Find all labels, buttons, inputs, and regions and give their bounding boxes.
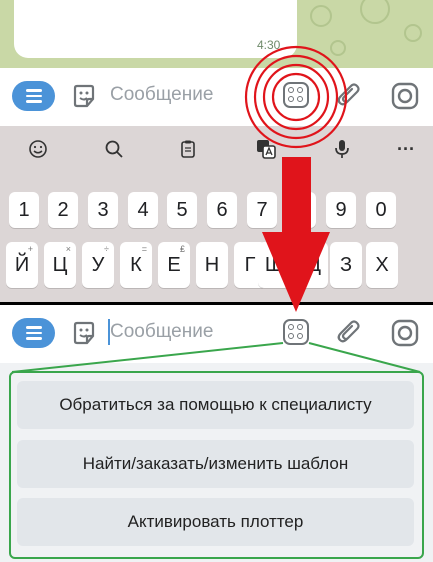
key-letter[interactable]: ÷ У: [82, 242, 114, 288]
key-7[interactable]: 7: [247, 192, 277, 228]
emoji-icon[interactable]: [24, 135, 52, 163]
message-time: 4:30: [257, 38, 281, 52]
key-letter[interactable]: Щ: [296, 242, 328, 288]
key-0[interactable]: 0: [366, 192, 396, 228]
attach-icon[interactable]: [334, 81, 364, 111]
key-label: Е: [167, 253, 181, 276]
command-button-specialist[interactable]: Обратиться за помощью к специалисту: [17, 381, 414, 429]
key-4[interactable]: 4: [128, 192, 158, 228]
key-label: Ш: [264, 253, 284, 276]
message-input-bar: Сообщение: [0, 68, 433, 126]
keyboard-toolbar: ···: [0, 126, 433, 170]
key-label: У: [91, 253, 105, 276]
sticker-icon[interactable]: [70, 82, 98, 110]
key-letter[interactable]: Н: [196, 242, 228, 288]
key-label: Ц: [52, 253, 68, 276]
key-2[interactable]: 2: [48, 192, 78, 228]
key-8[interactable]: 8: [286, 192, 316, 228]
key-label: Й: [14, 253, 30, 276]
search-icon[interactable]: [100, 135, 128, 163]
key-6[interactable]: 6: [207, 192, 237, 228]
key-label: Г: [244, 253, 256, 276]
key-label: Х: [375, 253, 389, 276]
key-label: Щ: [302, 253, 322, 276]
clipboard-icon[interactable]: [174, 135, 202, 163]
key-letter[interactable]: Ш: [258, 242, 290, 288]
key-hint: ×: [65, 244, 71, 254]
attach-icon[interactable]: [334, 318, 364, 348]
key-letter[interactable]: Х: [366, 242, 398, 288]
key-letter[interactable]: ₤ Е: [158, 242, 190, 288]
on-screen-keyboard: ··· 1 2 3 4 5 6 7 8 9 0 + Й × Ц ÷ У = К ₤ Е Н…: [0, 126, 433, 302]
key-hint: =: [141, 244, 147, 254]
menu-button[interactable]: [12, 318, 55, 348]
message-bubble: [14, 0, 297, 58]
menu-button[interactable]: [12, 81, 55, 111]
sticker-icon[interactable]: [70, 319, 98, 347]
key-label: К: [130, 253, 142, 276]
key-hint: ÷: [104, 244, 109, 254]
chat-background: 4:30: [0, 0, 433, 68]
key-5[interactable]: 5: [167, 192, 197, 228]
key-hint: ₤: [179, 244, 185, 254]
message-input-bar: Сообщение: [0, 305, 433, 363]
bot-commands-icon[interactable]: [283, 319, 309, 345]
message-input[interactable]: Сообщение: [110, 321, 213, 343]
bot-commands-icon[interactable]: [283, 82, 309, 108]
translate-icon[interactable]: [252, 135, 280, 163]
camera-icon[interactable]: [390, 318, 420, 348]
key-letter[interactable]: + Й: [6, 242, 38, 288]
key-9[interactable]: 9: [326, 192, 356, 228]
key-label: Н: [204, 253, 220, 276]
screen: 4:30 Сообщение ··· 1 2 3 4 5 6 7 8 9 0 +…: [0, 0, 433, 562]
message-input[interactable]: Сообщение: [110, 84, 213, 106]
more-icon[interactable]: ···: [392, 135, 420, 163]
command-button-plotter[interactable]: Активировать плоттер: [17, 498, 414, 546]
key-hint: +: [27, 244, 33, 254]
key-1[interactable]: 1: [9, 192, 39, 228]
camera-icon[interactable]: [390, 81, 420, 111]
command-button-template[interactable]: Найти/заказать/изменить шаблон: [17, 440, 414, 488]
key-letter[interactable]: З: [330, 242, 362, 288]
key-letter[interactable]: × Ц: [44, 242, 76, 288]
key-3[interactable]: 3: [88, 192, 118, 228]
key-letter[interactable]: = К: [120, 242, 152, 288]
key-label: З: [339, 253, 353, 276]
mic-icon[interactable]: [328, 135, 356, 163]
